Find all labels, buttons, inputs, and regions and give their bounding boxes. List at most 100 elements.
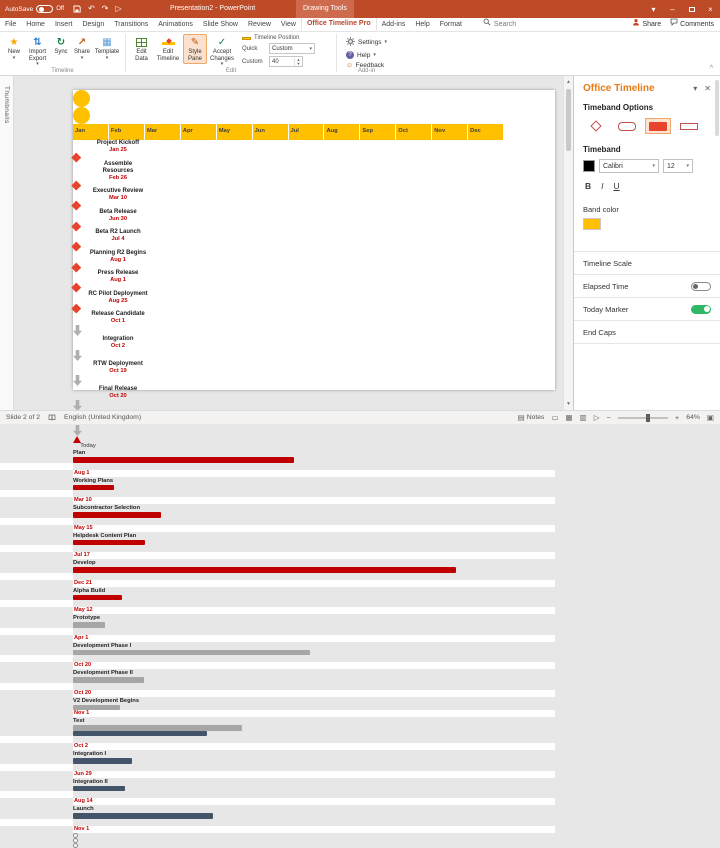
- tab-view[interactable]: View: [276, 18, 301, 31]
- selection-handle[interactable]: [73, 843, 78, 848]
- proofing-icon[interactable]: [48, 414, 56, 421]
- close-icon[interactable]: ✕: [704, 84, 711, 93]
- undo-icon[interactable]: ↶: [88, 5, 95, 13]
- font-size-dropdown[interactable]: 12 ▾: [663, 159, 693, 173]
- notes-button[interactable]: ▤ Notes: [518, 413, 545, 422]
- tab-home[interactable]: Home: [21, 18, 50, 31]
- shape-option-diamond[interactable]: [583, 118, 609, 134]
- share-timeline-button[interactable]: ↗ Share ▾: [71, 34, 93, 63]
- task-bar[interactable]: [73, 457, 294, 463]
- save-icon[interactable]: [73, 5, 81, 13]
- milestone-arrow-marker[interactable]: [73, 375, 82, 386]
- task-bar[interactable]: [73, 725, 242, 731]
- zoom-out-icon[interactable]: −: [607, 413, 611, 422]
- tab-design[interactable]: Design: [77, 18, 109, 31]
- shape-option-rounded[interactable]: [614, 118, 640, 134]
- band-end-cap-right[interactable]: [73, 107, 90, 124]
- today-marker[interactable]: [73, 436, 81, 443]
- language-indicator[interactable]: English (United Kingdom): [64, 414, 141, 421]
- milestone-arrow-marker[interactable]: [73, 350, 82, 361]
- task-bar[interactable]: [73, 567, 456, 573]
- italic-button[interactable]: I: [601, 181, 603, 191]
- autosave-toggle[interactable]: [36, 5, 53, 13]
- settings-button[interactable]: Settings ▾: [346, 37, 387, 48]
- tab-file[interactable]: File: [0, 18, 21, 31]
- autosave-control[interactable]: AutoSave Off: [5, 5, 64, 13]
- band-end-cap-left[interactable]: [73, 90, 90, 107]
- tab-office-timeline-pro[interactable]: Office Timeline Pro: [301, 16, 377, 31]
- thumbnails-pane[interactable]: Thumbnails: [0, 76, 14, 410]
- redo-icon[interactable]: ↷: [102, 5, 109, 13]
- selection-handle[interactable]: [73, 833, 78, 838]
- edit-timeline-button[interactable]: Edit Timeline: [153, 34, 183, 64]
- quick-position-dropdown[interactable]: Custom ▾: [269, 43, 315, 54]
- pane-row-timeline-scale[interactable]: Timeline Scale: [574, 252, 720, 275]
- comments-button[interactable]: Comments: [670, 18, 714, 31]
- tab-help[interactable]: Help: [410, 18, 434, 31]
- bold-button[interactable]: B: [585, 181, 591, 191]
- fit-slide-icon[interactable]: ▣: [707, 413, 714, 422]
- timeband[interactable]: JanFebMarAprMayJunJulAugSepOctNovDec: [73, 124, 503, 140]
- tab-add-ins[interactable]: Add-ins: [377, 18, 411, 31]
- ribbon-display-options-icon[interactable]: ▾: [644, 0, 663, 18]
- tab-review[interactable]: Review: [243, 18, 276, 31]
- import-export-button[interactable]: ⇅ Import Export ▾: [24, 34, 51, 69]
- selection-handle[interactable]: [73, 838, 78, 843]
- task-bar[interactable]: [73, 758, 132, 764]
- chevron-down-icon[interactable]: ▾: [693, 84, 697, 93]
- today-marker-toggle[interactable]: [691, 305, 711, 314]
- tab-transitions[interactable]: Transitions: [109, 18, 153, 31]
- pane-scrollbar[interactable]: [715, 80, 719, 136]
- tab-format[interactable]: Format: [435, 18, 467, 31]
- pane-row-end-caps[interactable]: End Caps: [574, 321, 720, 344]
- stepper-arrows[interactable]: ▲▼: [294, 58, 302, 66]
- minimize-button[interactable]: –: [663, 0, 682, 18]
- milestone-arrow-marker[interactable]: [73, 425, 82, 436]
- context-tab-group[interactable]: Drawing Tools: [296, 0, 354, 18]
- scroll-down-icon[interactable]: ▼: [564, 399, 573, 409]
- zoom-level[interactable]: 64%: [686, 414, 700, 421]
- tab-insert[interactable]: Insert: [50, 18, 78, 31]
- share-button[interactable]: Share: [632, 18, 661, 31]
- restore-button[interactable]: [682, 0, 701, 18]
- sync-button[interactable]: ↻ Sync: [51, 34, 71, 58]
- vertical-scrollbar[interactable]: ▲ ▼: [563, 76, 573, 410]
- template-button[interactable]: ▦ Template ▾: [93, 34, 121, 63]
- custom-position-stepper[interactable]: 40 ▲▼: [269, 56, 303, 67]
- scrollbar-thumb[interactable]: [566, 89, 571, 151]
- underline-button[interactable]: U: [614, 181, 620, 191]
- search-box[interactable]: Search: [483, 18, 516, 31]
- task-bar-segment[interactable]: [73, 731, 207, 737]
- reading-view-icon[interactable]: ▥: [580, 413, 587, 422]
- task-bar[interactable]: [73, 540, 145, 546]
- edit-data-button[interactable]: Edit Data: [130, 34, 153, 64]
- tab-animations[interactable]: Animations: [153, 18, 198, 31]
- new-button[interactable]: ★ New ▾: [4, 34, 24, 63]
- collapse-ribbon-icon[interactable]: ^: [710, 65, 713, 72]
- task-bar[interactable]: [73, 677, 144, 683]
- zoom-slider-knob[interactable]: [646, 414, 650, 422]
- task-bar[interactable]: [73, 512, 161, 518]
- font-color-swatch[interactable]: [583, 160, 595, 172]
- tab-slide-show[interactable]: Slide Show: [198, 18, 243, 31]
- shape-option-filled[interactable]: [645, 118, 671, 134]
- close-button[interactable]: ×: [701, 0, 720, 18]
- accept-changes-button[interactable]: ✓ Accept Changes ▾: [207, 34, 237, 69]
- elapsed-time-toggle[interactable]: [691, 282, 711, 291]
- help-button[interactable]: ? Help ▾: [346, 51, 387, 59]
- zoom-slider[interactable]: [618, 417, 668, 419]
- normal-view-icon[interactable]: ▭: [551, 413, 558, 422]
- font-family-dropdown[interactable]: Calibri ▾: [599, 159, 659, 173]
- slide-number-indicator[interactable]: Slide 2 of 2: [6, 414, 40, 421]
- task-bar[interactable]: [73, 622, 105, 628]
- pane-row-today-marker[interactable]: Today Marker: [574, 298, 720, 321]
- scroll-up-icon[interactable]: ▲: [564, 77, 573, 87]
- shape-option-rect[interactable]: [676, 118, 702, 134]
- zoom-in-icon[interactable]: +: [675, 413, 679, 422]
- task-bar[interactable]: [73, 485, 114, 491]
- task-bar[interactable]: [73, 813, 213, 819]
- task-bar[interactable]: [73, 786, 125, 792]
- slideshow-icon[interactable]: ▷: [594, 413, 600, 422]
- milestone-arrow-marker[interactable]: [73, 325, 82, 336]
- start-slideshow-icon[interactable]: ▷: [116, 5, 122, 13]
